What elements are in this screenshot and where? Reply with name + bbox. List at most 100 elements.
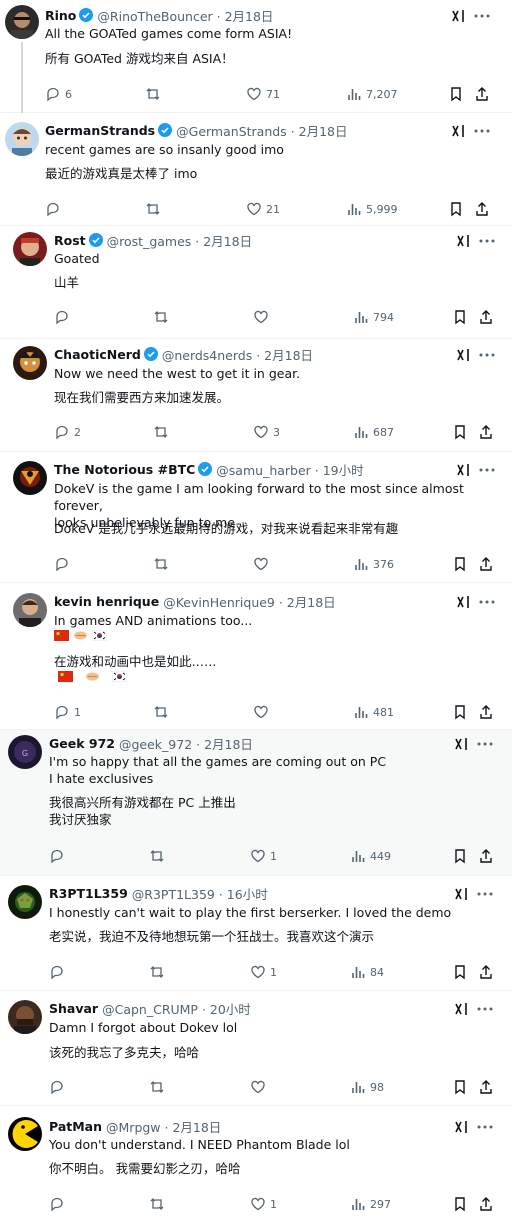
views-button[interactable]: 84: [350, 963, 384, 981]
share-icon[interactable]: [478, 424, 494, 440]
grok-icon[interactable]: [456, 347, 472, 363]
retweet-button[interactable]: [153, 703, 173, 721]
tweet[interactable]: Rost @rost_games · 2月18日 Goated 山羊 794: [0, 226, 512, 339]
avatar[interactable]: [8, 885, 42, 919]
like-button[interactable]: [253, 703, 273, 721]
share-icon[interactable]: [474, 201, 490, 217]
retweet-button[interactable]: [149, 1078, 169, 1096]
like-button[interactable]: 71: [246, 85, 280, 103]
views-button[interactable]: 376: [353, 555, 394, 573]
avatar[interactable]: [8, 1117, 42, 1151]
retweet-button[interactable]: [153, 555, 173, 573]
grok-icon[interactable]: [454, 1001, 470, 1017]
retweet-button[interactable]: [149, 847, 169, 865]
author-name[interactable]: The Notorious #BTC: [54, 462, 195, 477]
retweet-button[interactable]: [145, 85, 165, 103]
more-icon[interactable]: [473, 123, 491, 139]
author-handle[interactable]: @GermanStrands · 2月18日: [176, 121, 347, 140]
reply-button[interactable]: [49, 1195, 69, 1213]
tweet[interactable]: Rino @RinoTheBouncer · 2月18日 All the GOA…: [0, 0, 512, 117]
bookmark-icon[interactable]: [452, 1196, 468, 1212]
tweet[interactable]: Shavar @Capn_CRUMP · 20小时 Damn I forgot …: [0, 991, 512, 1106]
bookmark-icon[interactable]: [452, 964, 468, 980]
share-icon[interactable]: [478, 1196, 494, 1212]
views-button[interactable]: 98: [350, 1078, 384, 1096]
reply-button[interactable]: 1: [54, 703, 81, 721]
more-icon[interactable]: [478, 594, 496, 610]
tweet[interactable]: ChaoticNerd @nerds4nerds · 2月18日 Now we …: [0, 339, 512, 452]
retweet-button[interactable]: [153, 308, 173, 326]
avatar[interactable]: [13, 232, 47, 266]
grok-icon[interactable]: [451, 8, 467, 24]
retweet-button[interactable]: [149, 963, 169, 981]
author-name[interactable]: Geek 972: [49, 736, 115, 751]
views-button[interactable]: 5,999: [346, 200, 398, 218]
views-button[interactable]: 7,207: [346, 85, 398, 103]
reply-button[interactable]: [45, 200, 65, 218]
share-icon[interactable]: [474, 86, 490, 102]
views-button[interactable]: 481: [353, 703, 394, 721]
more-icon[interactable]: [476, 1001, 494, 1017]
grok-icon[interactable]: [451, 123, 467, 139]
author-handle[interactable]: @Capn_CRUMP · 20小时: [102, 999, 251, 1018]
more-icon[interactable]: [478, 233, 496, 249]
author-handle[interactable]: @KevinHenrique9 · 2月18日: [163, 592, 335, 611]
tweet[interactable]: G Geek 972 @geek_972 · 2月18日 I'm so happ…: [0, 730, 512, 876]
avatar[interactable]: G: [8, 735, 42, 769]
author-handle[interactable]: @samu_harber · 19小时: [216, 460, 363, 479]
avatar[interactable]: [13, 593, 47, 627]
tweet[interactable]: The Notorious #BTC @samu_harber · 19小时 D…: [0, 452, 512, 583]
author-handle[interactable]: @geek_972 · 2月18日: [119, 734, 253, 753]
author-name[interactable]: Rost: [54, 233, 86, 248]
grok-icon[interactable]: [454, 736, 470, 752]
retweet-button[interactable]: [145, 200, 165, 218]
reply-button[interactable]: [54, 555, 74, 573]
author-handle[interactable]: @rost_games · 2月18日: [107, 231, 252, 250]
tweet[interactable]: PatMan @Mrpgw · 2月18日 You don't understa…: [0, 1106, 512, 1222]
grok-icon[interactable]: [454, 1119, 470, 1135]
like-button[interactable]: 1: [250, 847, 277, 865]
avatar[interactable]: [13, 461, 47, 495]
bookmark-icon[interactable]: [452, 704, 468, 720]
bookmark-icon[interactable]: [452, 1079, 468, 1095]
more-icon[interactable]: [476, 736, 494, 752]
author-name[interactable]: Rino: [45, 8, 76, 23]
like-button[interactable]: 1: [250, 1195, 277, 1213]
like-button[interactable]: 1: [250, 963, 277, 981]
share-icon[interactable]: [478, 1079, 494, 1095]
reply-button[interactable]: [49, 847, 69, 865]
author-name[interactable]: kevin henrique: [54, 594, 159, 609]
reply-button[interactable]: [49, 1078, 69, 1096]
bookmark-icon[interactable]: [452, 309, 468, 325]
bookmark-icon[interactable]: [448, 86, 464, 102]
share-icon[interactable]: [478, 556, 494, 572]
bookmark-icon[interactable]: [448, 201, 464, 217]
bookmark-icon[interactable]: [452, 424, 468, 440]
author-name[interactable]: GermanStrands: [45, 123, 155, 138]
more-icon[interactable]: [478, 347, 496, 363]
grok-icon[interactable]: [456, 233, 472, 249]
avatar[interactable]: [5, 5, 39, 39]
more-icon[interactable]: [478, 462, 496, 478]
like-button[interactable]: 3: [253, 423, 280, 441]
share-icon[interactable]: [478, 704, 494, 720]
grok-icon[interactable]: [454, 886, 470, 902]
tweet[interactable]: kevin henrique @KevinHenrique9 · 2月18日 I…: [0, 583, 512, 730]
author-handle[interactable]: @nerds4nerds · 2月18日: [162, 345, 313, 364]
like-button[interactable]: [250, 1078, 270, 1096]
author-handle[interactable]: @RinoTheBouncer · 2月18日: [97, 6, 273, 25]
author-handle[interactable]: @R3PT1L359 · 16小时: [132, 884, 268, 903]
reply-button[interactable]: [49, 963, 69, 981]
retweet-button[interactable]: [153, 423, 173, 441]
author-name[interactable]: R3PT1L359: [49, 886, 128, 901]
views-button[interactable]: 449: [350, 847, 391, 865]
avatar[interactable]: [13, 346, 47, 380]
more-icon[interactable]: [476, 1119, 494, 1135]
author-name[interactable]: ChaoticNerd: [54, 347, 141, 362]
author-handle[interactable]: @Mrpgw · 2月18日: [106, 1117, 221, 1136]
like-button[interactable]: [253, 555, 273, 573]
views-button[interactable]: 687: [353, 423, 394, 441]
bookmark-icon[interactable]: [452, 848, 468, 864]
share-icon[interactable]: [478, 309, 494, 325]
grok-icon[interactable]: [456, 594, 472, 610]
